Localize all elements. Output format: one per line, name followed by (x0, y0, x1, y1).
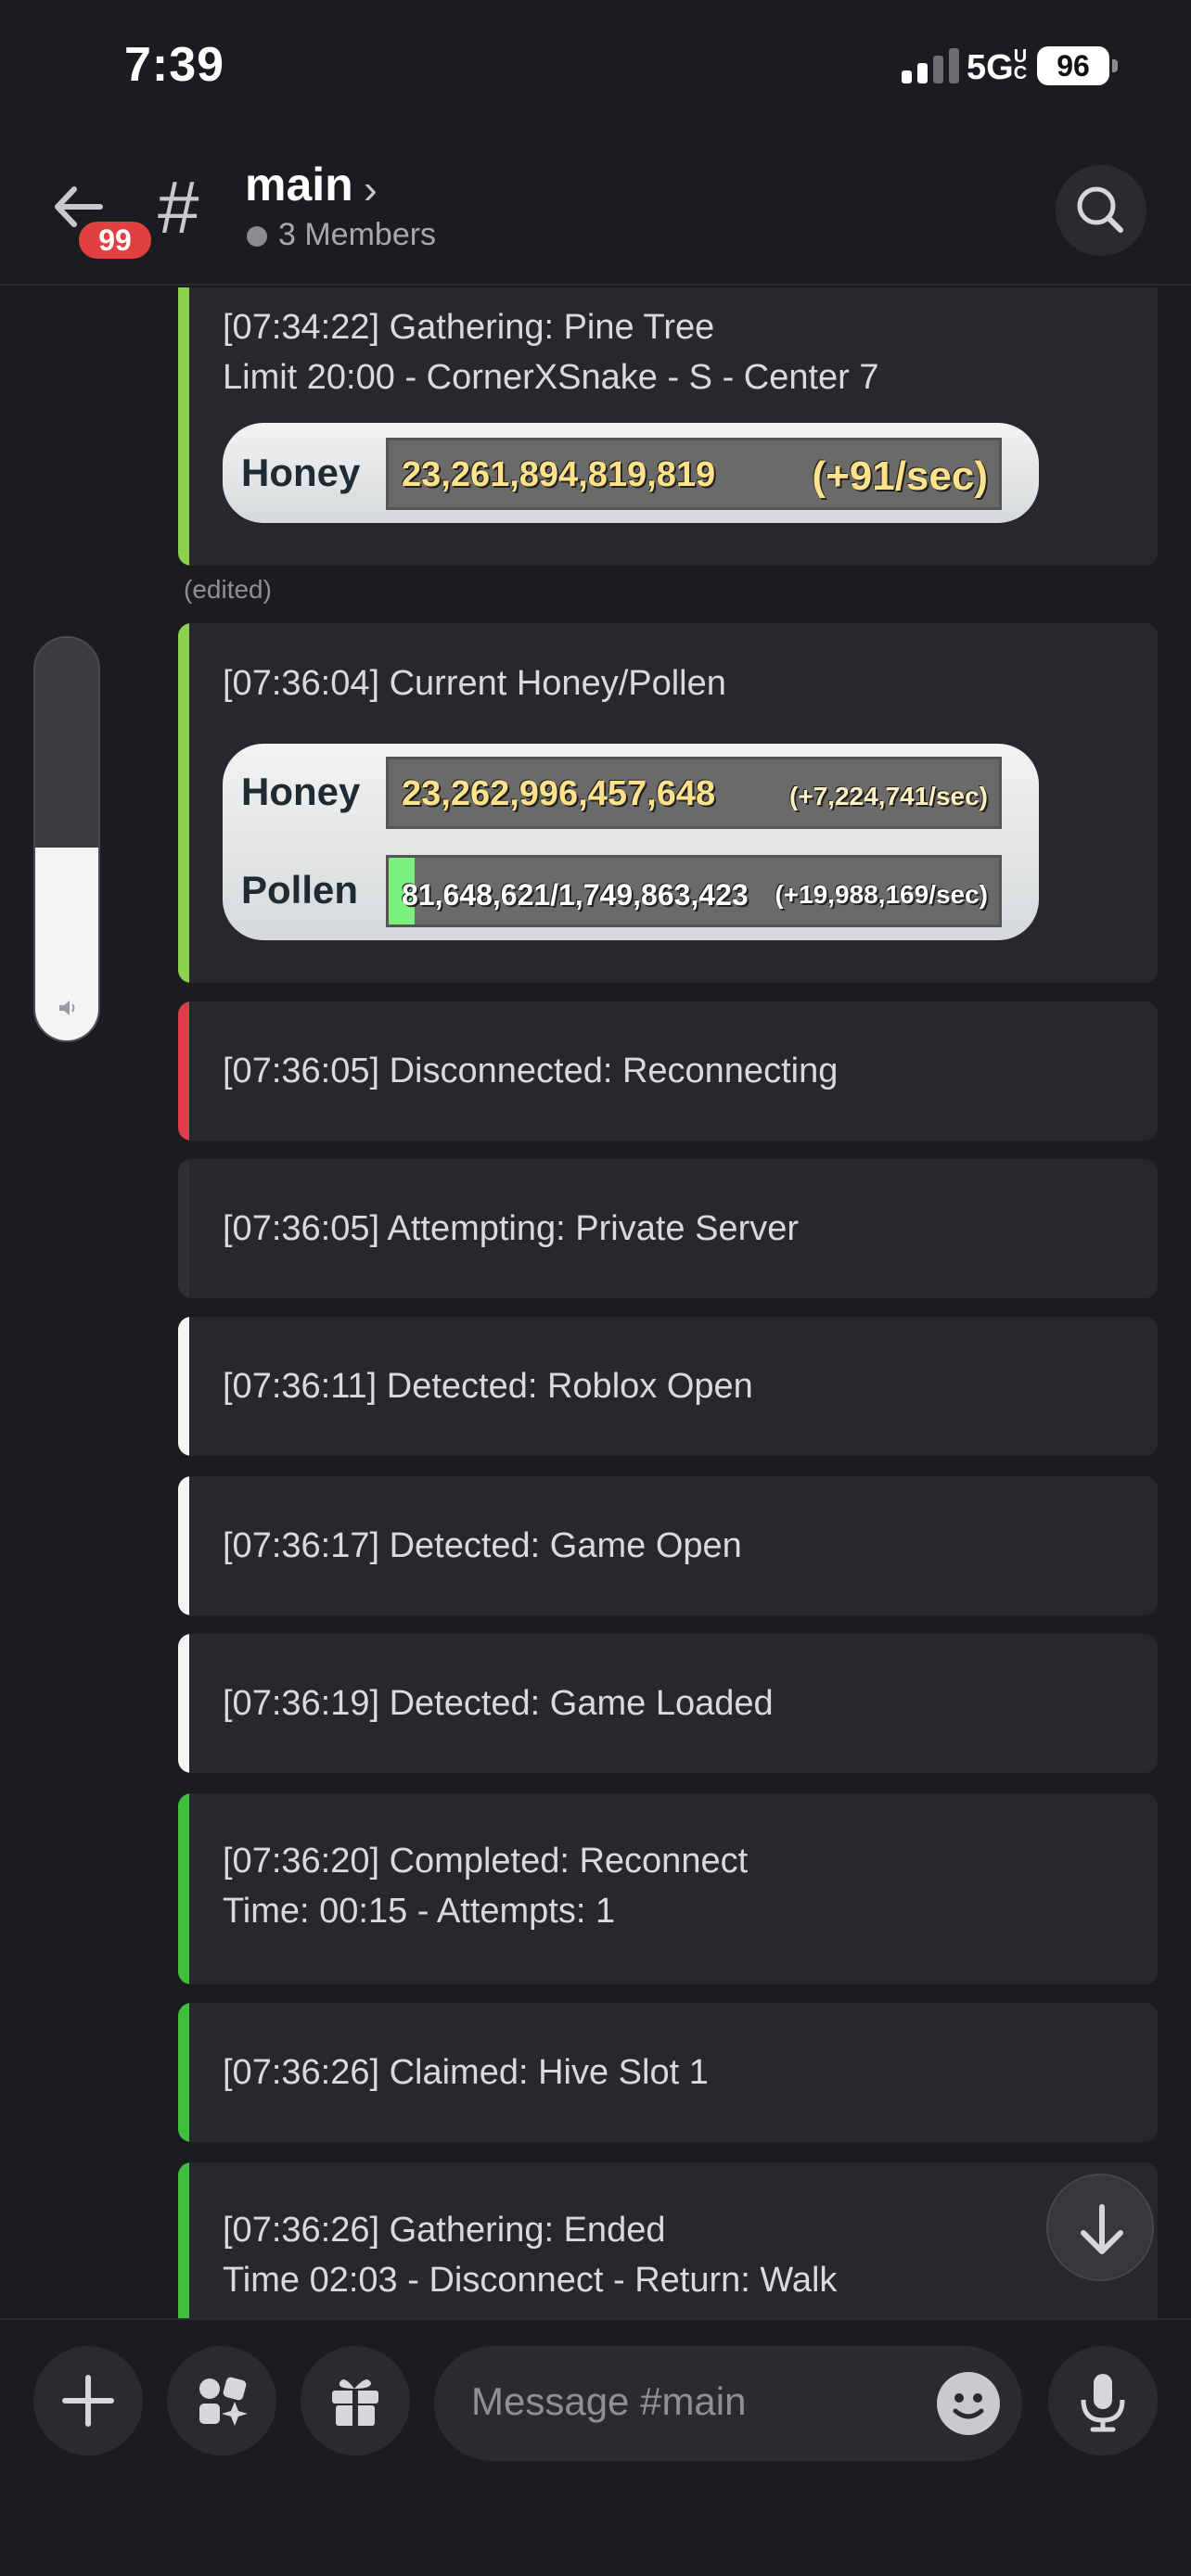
volume-slider[interactable] (33, 636, 100, 1042)
embed-line: [07:36:26] Claimed: Hive Slot 1 (223, 2053, 709, 2092)
embed-line: [07:36:26] Gathering: Ended (223, 2211, 666, 2250)
edited-label: (edited) (184, 575, 272, 604)
stat-label: Honey (241, 770, 361, 813)
embed-message[interactable]: [07:36:11] Detected: Roblox Open (178, 1317, 1158, 1456)
embed-accent (178, 623, 189, 983)
embed-accent (178, 1001, 189, 1141)
embed-accent (178, 287, 189, 566)
stat-rate: (+7,224,741/sec) (788, 782, 988, 810)
stat-label: Pollen (241, 868, 359, 912)
embed-accent (178, 1317, 189, 1456)
stat-box: 23,261,894,819,819 (+91/sec) (386, 438, 1002, 510)
stat-box: 81,648,621/1,749,863,423 (+19,988,169/se… (386, 855, 1002, 927)
embed-line: [07:36:05] Attempting: Private Server (223, 1209, 800, 1248)
pollen-row: Pollen 81,648,621/1,749,863,423 (+19,988… (223, 846, 1039, 935)
hash-icon: # (158, 166, 199, 249)
embed-accent (178, 1159, 189, 1298)
embed-accent (178, 2003, 189, 2142)
message-placeholder: Message #main (471, 2379, 747, 2423)
voice-message-button[interactable] (1048, 2346, 1158, 2455)
embed-line: [07:36:20] Completed: Reconnect (223, 1842, 749, 1881)
arrow-down-icon (1081, 2204, 1123, 2254)
signal-strength-icon (902, 46, 959, 83)
attach-button[interactable] (33, 2346, 143, 2455)
embed-message[interactable]: [07:36:20] Completed: Reconnect Time: 00… (178, 1793, 1158, 1984)
chevron-right-icon[interactable]: › (364, 167, 378, 213)
status-bar: 7:39 5GUC 96 (0, 0, 1191, 139)
stat-rate: (+19,988,169/sec) (775, 880, 988, 909)
embed-message[interactable]: [07:36:17] Detected: Game Open (178, 1476, 1158, 1615)
composer-bar: Message #main (0, 2318, 1191, 2576)
embed-line: Time: 00:15 - Attempts: 1 (223, 1892, 616, 1931)
status-time: 7:39 (124, 38, 225, 92)
honey-row: Honey 23,261,894,819,819 (+91/sec) (223, 428, 1039, 517)
channel-header: 99 # main › 3 Members (0, 139, 1191, 286)
embed-line: Time 02:03 - Disconnect - Return: Walk (223, 2261, 838, 2300)
speaker-icon (59, 1001, 75, 1015)
plus-icon (62, 2375, 114, 2427)
embed-message[interactable]: [07:36:26] Gathering: Ended Time 02:03 -… (178, 2162, 1158, 2318)
message-list[interactable]: [07:34:22] Gathering: Pine Tree Limit 20… (0, 287, 1191, 2318)
stat-value: 23,261,894,819,819 (402, 455, 716, 494)
honey-pollen-image[interactable]: Honey 23,262,996,457,648 (+7,224,741/sec… (223, 744, 1039, 940)
stat-value: 81,648,621/1,749,863,423 (402, 878, 749, 912)
presence-dot (247, 226, 267, 247)
embed-message[interactable]: [07:36:05] Attempting: Private Server (178, 1159, 1158, 1298)
stat-value: 23,262,996,457,648 (402, 774, 716, 813)
embed-message[interactable]: [07:36:05] Disconnected: Reconnecting (178, 1001, 1158, 1141)
embed-line: [07:36:11] Detected: Roblox Open (223, 1367, 753, 1406)
embed-accent (178, 1476, 189, 1615)
battery-indicator: 96 (1037, 46, 1109, 85)
stat-rate: (+91/sec) (812, 453, 988, 499)
gift-icon (332, 2379, 378, 2426)
embed-accent (178, 1634, 189, 1773)
embed-message[interactable]: [07:34:22] Gathering: Pine Tree Limit 20… (178, 287, 1158, 566)
honey-row: Honey 23,262,996,457,648 (+7,224,741/sec… (223, 747, 1039, 836)
embed-message[interactable]: [07:36:04] Current Honey/Pollen Honey 23… (178, 623, 1158, 983)
embed-line: [07:36:17] Detected: Game Open (223, 1526, 742, 1565)
embed-line: Limit 20:00 - CornerXSnake - S - Center … (223, 358, 879, 397)
emoji-icon (953, 2393, 984, 2419)
apps-icon (199, 2377, 248, 2426)
embed-line: [07:34:22] Gathering: Pine Tree (223, 308, 715, 347)
jump-to-latest-button[interactable] (1046, 2174, 1154, 2281)
emoji-button[interactable] (937, 2372, 1000, 2435)
battery-tip (1112, 59, 1118, 72)
discord-channel-screen: 7:39 5GUC 96 99 # main › 3 Members [07:3… (0, 0, 1191, 2576)
embed-message[interactable]: [07:36:19] Detected: Game Loaded (178, 1634, 1158, 1773)
stat-box: 23,262,996,457,648 (+7,224,741/sec) (386, 757, 1002, 829)
mic-icon (1081, 2374, 1125, 2432)
search-icon (1077, 186, 1123, 233)
embed-accent (178, 1793, 189, 1984)
embed-line: [07:36:04] Current Honey/Pollen (223, 664, 726, 703)
stat-label: Honey (241, 451, 361, 494)
member-count[interactable]: 3 Members (278, 217, 436, 253)
embed-line: [07:36:19] Detected: Game Loaded (223, 1684, 774, 1723)
unread-badge: 99 (74, 217, 156, 263)
gift-button[interactable] (301, 2346, 410, 2455)
channel-title[interactable]: main (245, 158, 353, 211)
embed-accent (178, 2162, 189, 2318)
apps-button[interactable] (167, 2346, 276, 2455)
honey-image[interactable]: Honey 23,261,894,819,819 (+91/sec) (223, 423, 1039, 523)
search-button[interactable] (1056, 165, 1146, 256)
embed-line: [07:36:05] Disconnected: Reconnecting (223, 1052, 839, 1090)
network-type: 5GUC (967, 46, 1028, 87)
embed-message[interactable]: [07:36:26] Claimed: Hive Slot 1 (178, 2003, 1158, 2142)
message-input[interactable]: Message #main (434, 2346, 1022, 2461)
